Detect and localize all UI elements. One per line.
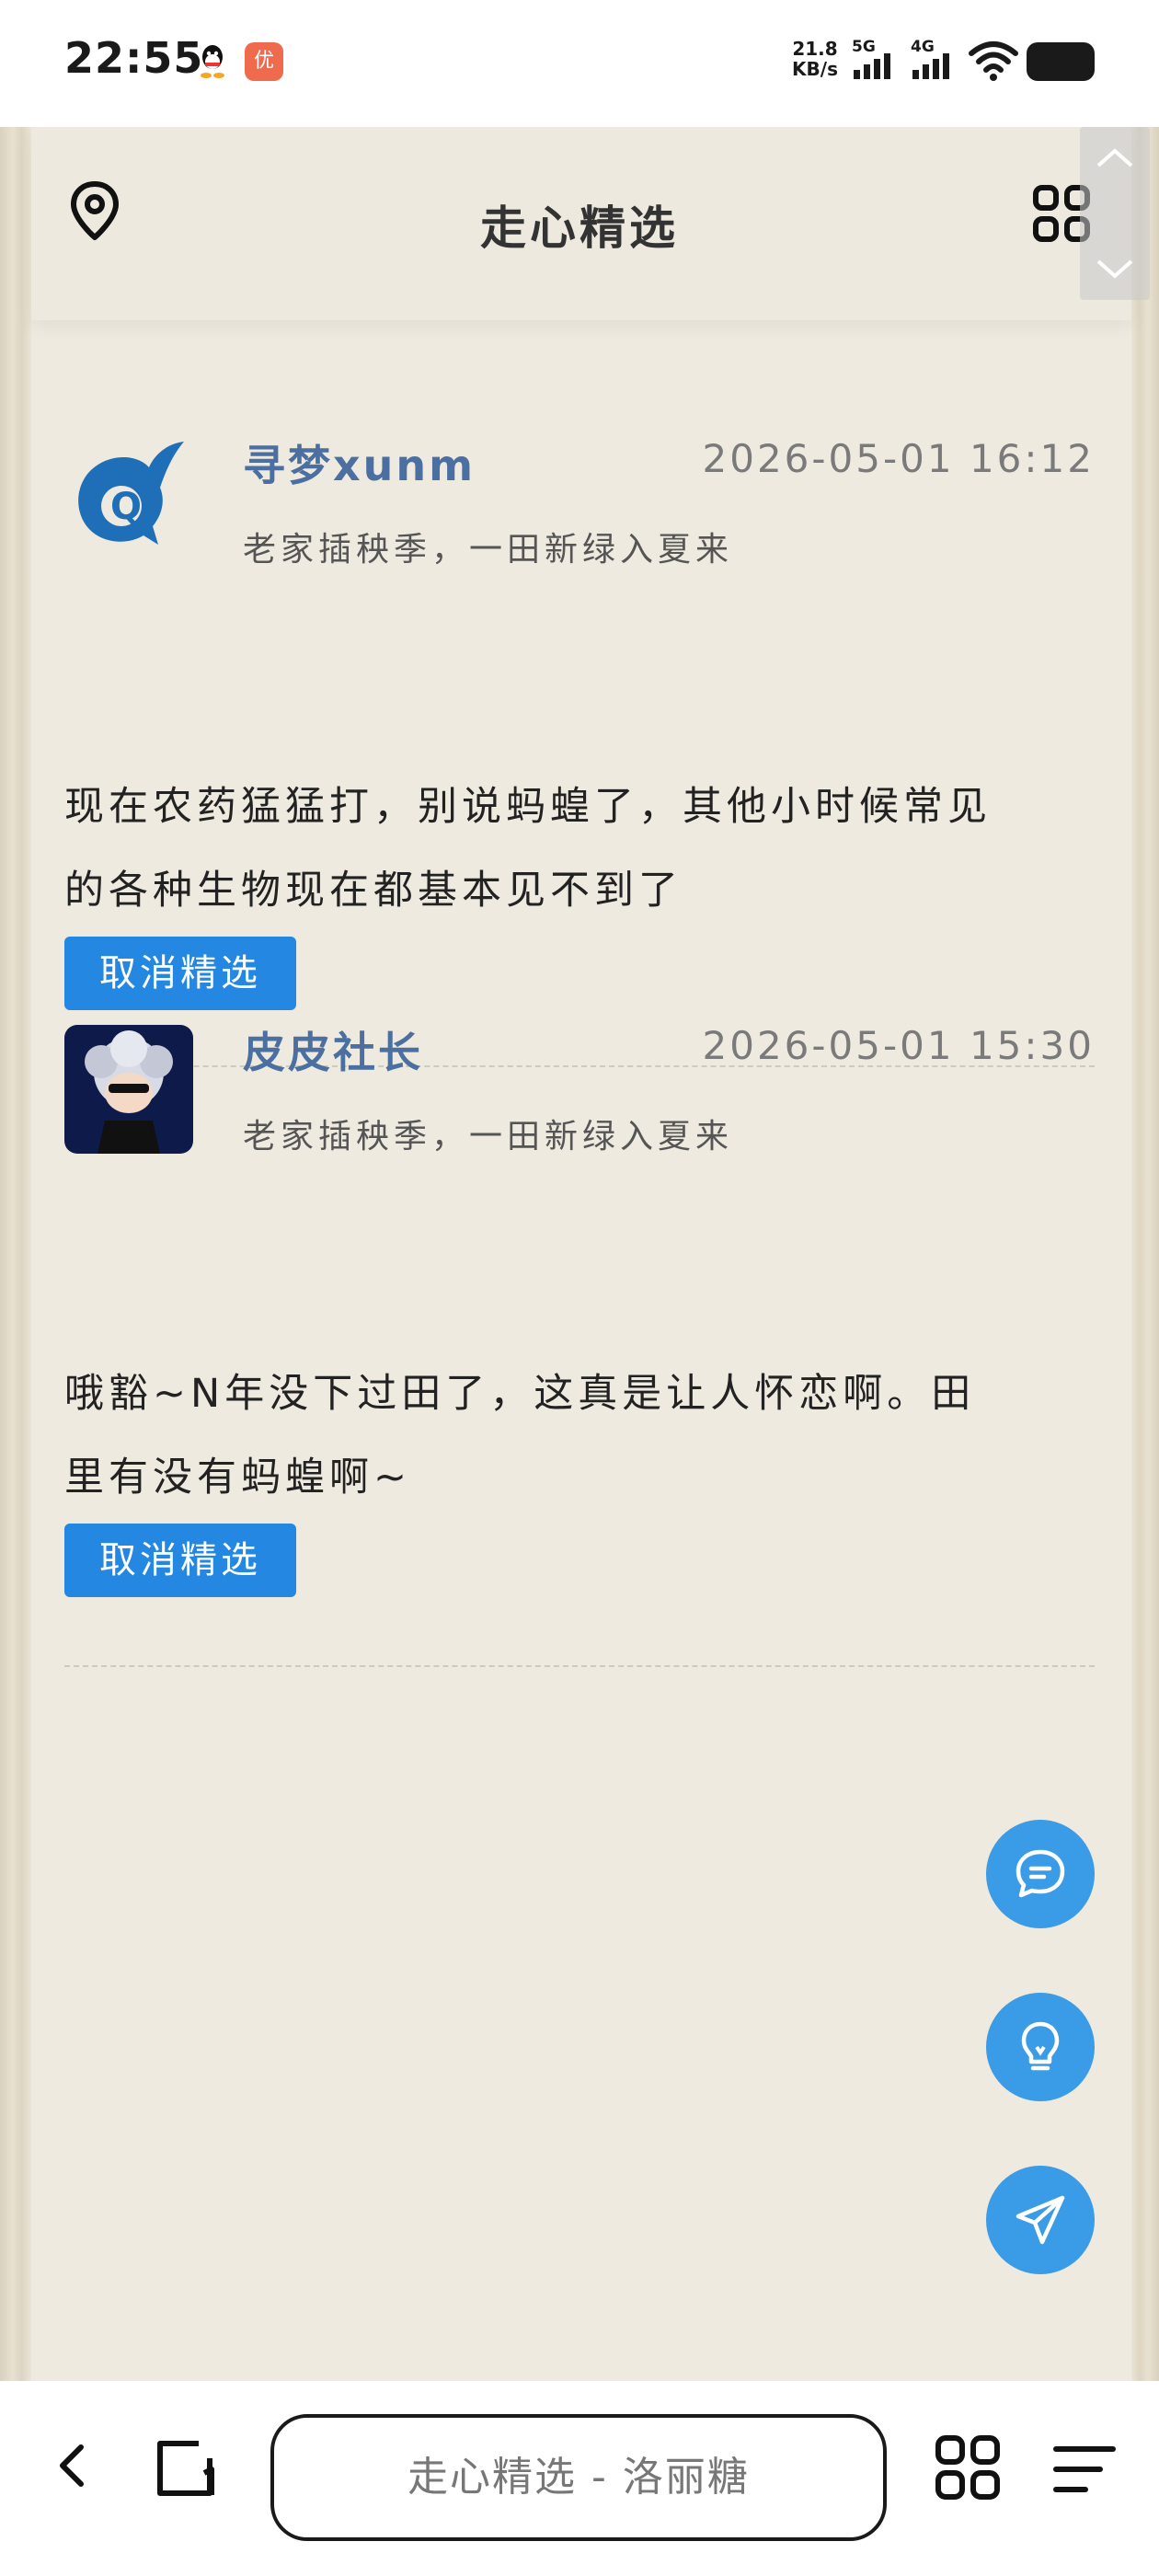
post-time: 2026-05-01 15:30 [702, 1023, 1095, 1068]
user-name[interactable]: 寻梦xunm [243, 432, 476, 493]
signal-5g-label: 5G [852, 38, 876, 56]
apps-icon[interactable] [935, 2434, 1001, 2501]
send-fab-button[interactable] [986, 2166, 1095, 2274]
paper-plane-icon [1016, 2195, 1065, 2245]
post-topic[interactable]: 老家插秧季，一田新绿入夏来 [243, 1110, 733, 1157]
battery-icon [1027, 42, 1095, 81]
cancel-featured-button[interactable]: 取消精选 [64, 937, 296, 1010]
qq-icon [201, 45, 224, 78]
post-text: 哦豁~N年没下过田了，这真是让人怀恋啊。田 里有没有蚂蝗啊~ [64, 1352, 1095, 1520]
post-time: 2026-05-01 16:12 [702, 436, 1095, 481]
app-badge-icon: 优 [245, 42, 283, 81]
avatar[interactable]: Q [64, 427, 193, 556]
post-topic[interactable]: 老家插秧季，一田新绿入夏来 [243, 523, 733, 570]
svg-text:Q: Q [110, 486, 142, 528]
user-name[interactable]: 皮皮社长 [243, 1019, 423, 1080]
signal-4g-label: 4G [911, 38, 935, 56]
status-bar: 22:55 优 21.8 KB/s 5G 4G [0, 0, 1159, 127]
post-text: 现在农药猛猛打，别说蚂蝗了，其他小时候常见 的各种生物现在都基本见不到了 [64, 765, 1095, 933]
scroll-arrows-control[interactable] [1080, 127, 1150, 300]
status-time: 22:55 [64, 33, 204, 83]
signal-5g-icon: 5G [852, 38, 890, 79]
page-title: 走心精选 [480, 201, 679, 255]
lightbulb-icon [1021, 2021, 1060, 2071]
frame-left-border [0, 127, 31, 2381]
frame-right-border [1131, 127, 1159, 2381]
page-content: 走心精选 Q 寻梦xunm 2026-05-01 16:12 老家插秧季，一田新… [0, 127, 1159, 2381]
post-text-line: 里有没有蚂蝗啊~ [64, 1455, 412, 1501]
scroll-down-icon [1096, 259, 1133, 279]
post-text-line: 哦豁~N年没下过田了，这真是让人怀恋啊。田 [64, 1371, 976, 1417]
post-text-line: 现在农药猛猛打，别说蚂蝗了，其他小时候常见 [64, 784, 992, 830]
net-speed-value: 21.8 [792, 38, 838, 60]
back-icon[interactable] [50, 2432, 96, 2499]
post-item: Q 寻梦xunm 2026-05-01 16:12 老家插秧季，一田新绿入夏来 … [64, 427, 1095, 1076]
idea-fab-button[interactable] [986, 1993, 1095, 2101]
cancel-featured-button[interactable]: 取消精选 [64, 1524, 296, 1597]
signal-4g-icon: 4G [911, 38, 949, 79]
address-bar[interactable]: 走心精选 - 洛丽糖 [270, 2414, 887, 2541]
wifi-icon [969, 41, 1018, 81]
avatar[interactable] [64, 1025, 193, 1154]
post-item: 皮皮社长 2026-05-01 15:30 老家插秧季，一田新绿入夏来 哦豁~N… [64, 1019, 1095, 1667]
comment-fab-button[interactable] [986, 1820, 1095, 1928]
browser-bottom-bar: 走心精选 - 洛丽糖 [0, 2381, 1159, 2576]
net-speed-unit: KB/s [792, 58, 838, 80]
chat-bubble-icon [1016, 1849, 1065, 1898]
scroll-up-icon [1096, 148, 1133, 167]
menu-icon[interactable] [1052, 2442, 1117, 2497]
post-text-line: 的各种生物现在都基本见不到了 [64, 868, 683, 914]
divider [64, 1665, 1095, 1667]
net-speed: 21.8 KB/s [787, 39, 843, 79]
tabs-icon[interactable] [156, 2434, 223, 2501]
